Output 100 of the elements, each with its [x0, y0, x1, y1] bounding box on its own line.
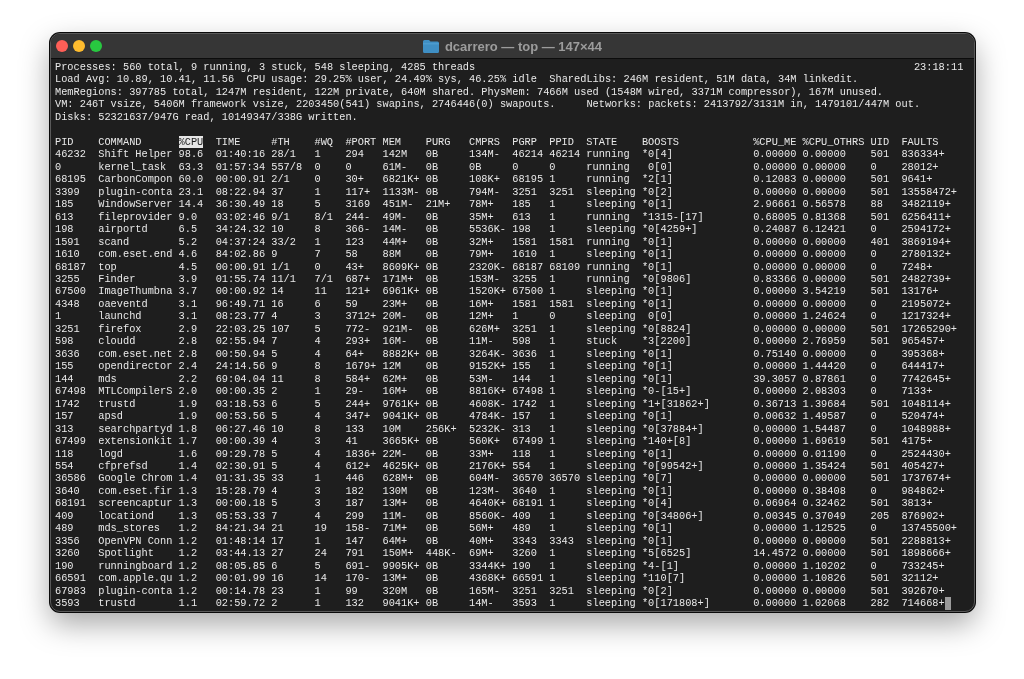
table-cell: 1	[549, 347, 556, 361]
table-cell: 1	[549, 484, 556, 498]
table-cell: 0	[870, 347, 877, 361]
table-cell: 1	[314, 597, 321, 610]
table-cell: sleeping	[586, 385, 636, 398]
table-cell: 1737674+	[901, 472, 951, 485]
table-cell: 0.37049	[802, 509, 846, 523]
table-cell: firefox	[98, 322, 142, 336]
table-cell: 8	[314, 223, 321, 236]
table-cell: 58	[345, 248, 358, 261]
table-cell: 1.9	[178, 397, 198, 411]
table-cell: 8882K+	[382, 347, 420, 361]
table-cell: 3665K+	[382, 435, 420, 448]
table-cell: 132	[345, 597, 364, 610]
table-cell: 0	[549, 160, 556, 174]
table-cell: 1679+	[345, 360, 377, 373]
table-cell: 612+	[345, 460, 371, 473]
table-cell: 4348	[55, 297, 80, 311]
table-cell: *0[2]	[641, 584, 673, 598]
table-cell: stuck	[586, 335, 618, 348]
table-cell: *1+[31862+]	[641, 397, 710, 411]
table-cell: 5	[271, 497, 278, 510]
table-cell: sleeping	[586, 285, 636, 298]
table-cell: 0B	[425, 148, 439, 161]
table-cell: 88	[870, 198, 883, 211]
table-cell: com.eset.fir	[98, 484, 173, 498]
table-cell: 626M+	[468, 322, 500, 336]
table-cell: 185	[55, 198, 74, 211]
table-cell: 69:04.04	[215, 372, 266, 386]
table-cell: 00:00.91	[215, 173, 266, 186]
table-cell: 14.4	[178, 198, 204, 211]
table-cell: 1610	[55, 248, 80, 261]
table-cell: 144	[512, 372, 531, 386]
table-cell: 28/1	[271, 148, 296, 161]
table-cell: 1.6	[178, 447, 198, 460]
table-cell: *0-[15+]	[641, 385, 692, 398]
table-cell: 3251	[512, 584, 537, 598]
table-cell: 4608K-	[468, 397, 507, 411]
table-cell: running	[586, 272, 630, 286]
table-cell: 0B	[425, 472, 439, 485]
table-cell: 3251	[549, 584, 574, 598]
table-cell: 598	[512, 335, 531, 348]
table-cell: 68195	[512, 173, 544, 186]
table-cell: 598	[55, 335, 74, 348]
table-cell: 9041K+	[382, 597, 420, 610]
table-cell: 1	[549, 385, 556, 398]
table-cell: *0[171808+]	[641, 597, 710, 610]
table-cell: 40M+	[468, 534, 494, 548]
table-cell: plugin-conta	[98, 584, 173, 598]
table-cell: 06:27.46	[215, 422, 266, 436]
zoom-button[interactable]	[90, 40, 102, 52]
close-button[interactable]	[56, 40, 68, 52]
column-header: #WQ	[314, 135, 334, 149]
minimize-button[interactable]	[73, 40, 85, 52]
table-cell: 1048114+	[901, 397, 951, 411]
table-cell: 60.0	[178, 173, 204, 186]
table-cell: 4	[314, 335, 321, 348]
table-cell: 01:40:16	[215, 148, 266, 161]
table-cell: 501	[870, 335, 890, 348]
table-cell: 0.00000	[802, 272, 846, 286]
table-cell: 198	[55, 223, 74, 236]
table-cell: 2195072+	[901, 297, 951, 311]
column-header: TIME	[215, 135, 241, 149]
table-cell: 03:18.53	[215, 397, 266, 411]
table-cell: sleeping	[586, 559, 636, 573]
table-cell: running	[586, 160, 630, 174]
table-cell: 0	[870, 385, 877, 398]
table-cell: 01:57:34	[215, 160, 266, 174]
table-cell: 1.2	[178, 572, 198, 585]
table-cell: 0B	[425, 559, 439, 573]
table-cell: 0	[870, 410, 877, 423]
table-cell: 1	[549, 572, 556, 585]
table-cell: 0B	[425, 397, 439, 411]
table-cell: *4-[1]	[641, 559, 679, 573]
table-cell: 13176+	[901, 285, 939, 298]
table-cell: 0.00000	[753, 285, 797, 298]
table-cell: 2524430+	[901, 447, 951, 460]
table-cell: 1.3	[178, 484, 198, 498]
table-cell: 165M-	[468, 584, 500, 598]
table-cell: 3251	[512, 185, 537, 199]
table-cell: 8/1	[314, 210, 334, 224]
table-cell: 0.00000	[802, 173, 846, 186]
table-cell: 0B	[425, 484, 439, 498]
table-cell: com.eset.end	[98, 248, 173, 261]
table-cell: 1	[549, 435, 556, 448]
table-cell: 1	[549, 322, 556, 336]
table-cell: *0[1]	[641, 484, 673, 498]
table-cell: 10	[271, 422, 284, 436]
table-cell: 37	[271, 185, 284, 199]
table-cell: 7742645+	[901, 372, 951, 386]
table-cell: 1.2	[178, 559, 198, 573]
table-cell: 33	[271, 472, 284, 485]
table-cell: 205	[870, 509, 890, 523]
table-cell: 1.2	[178, 547, 198, 560]
table-cell: 28012+	[901, 160, 939, 174]
table-cell: 1133M-	[382, 185, 420, 199]
table-cell: 0	[870, 248, 877, 261]
table-cell: 554	[512, 460, 531, 473]
table-cell: 33M+	[468, 447, 494, 460]
table-cell: 41	[345, 435, 358, 448]
